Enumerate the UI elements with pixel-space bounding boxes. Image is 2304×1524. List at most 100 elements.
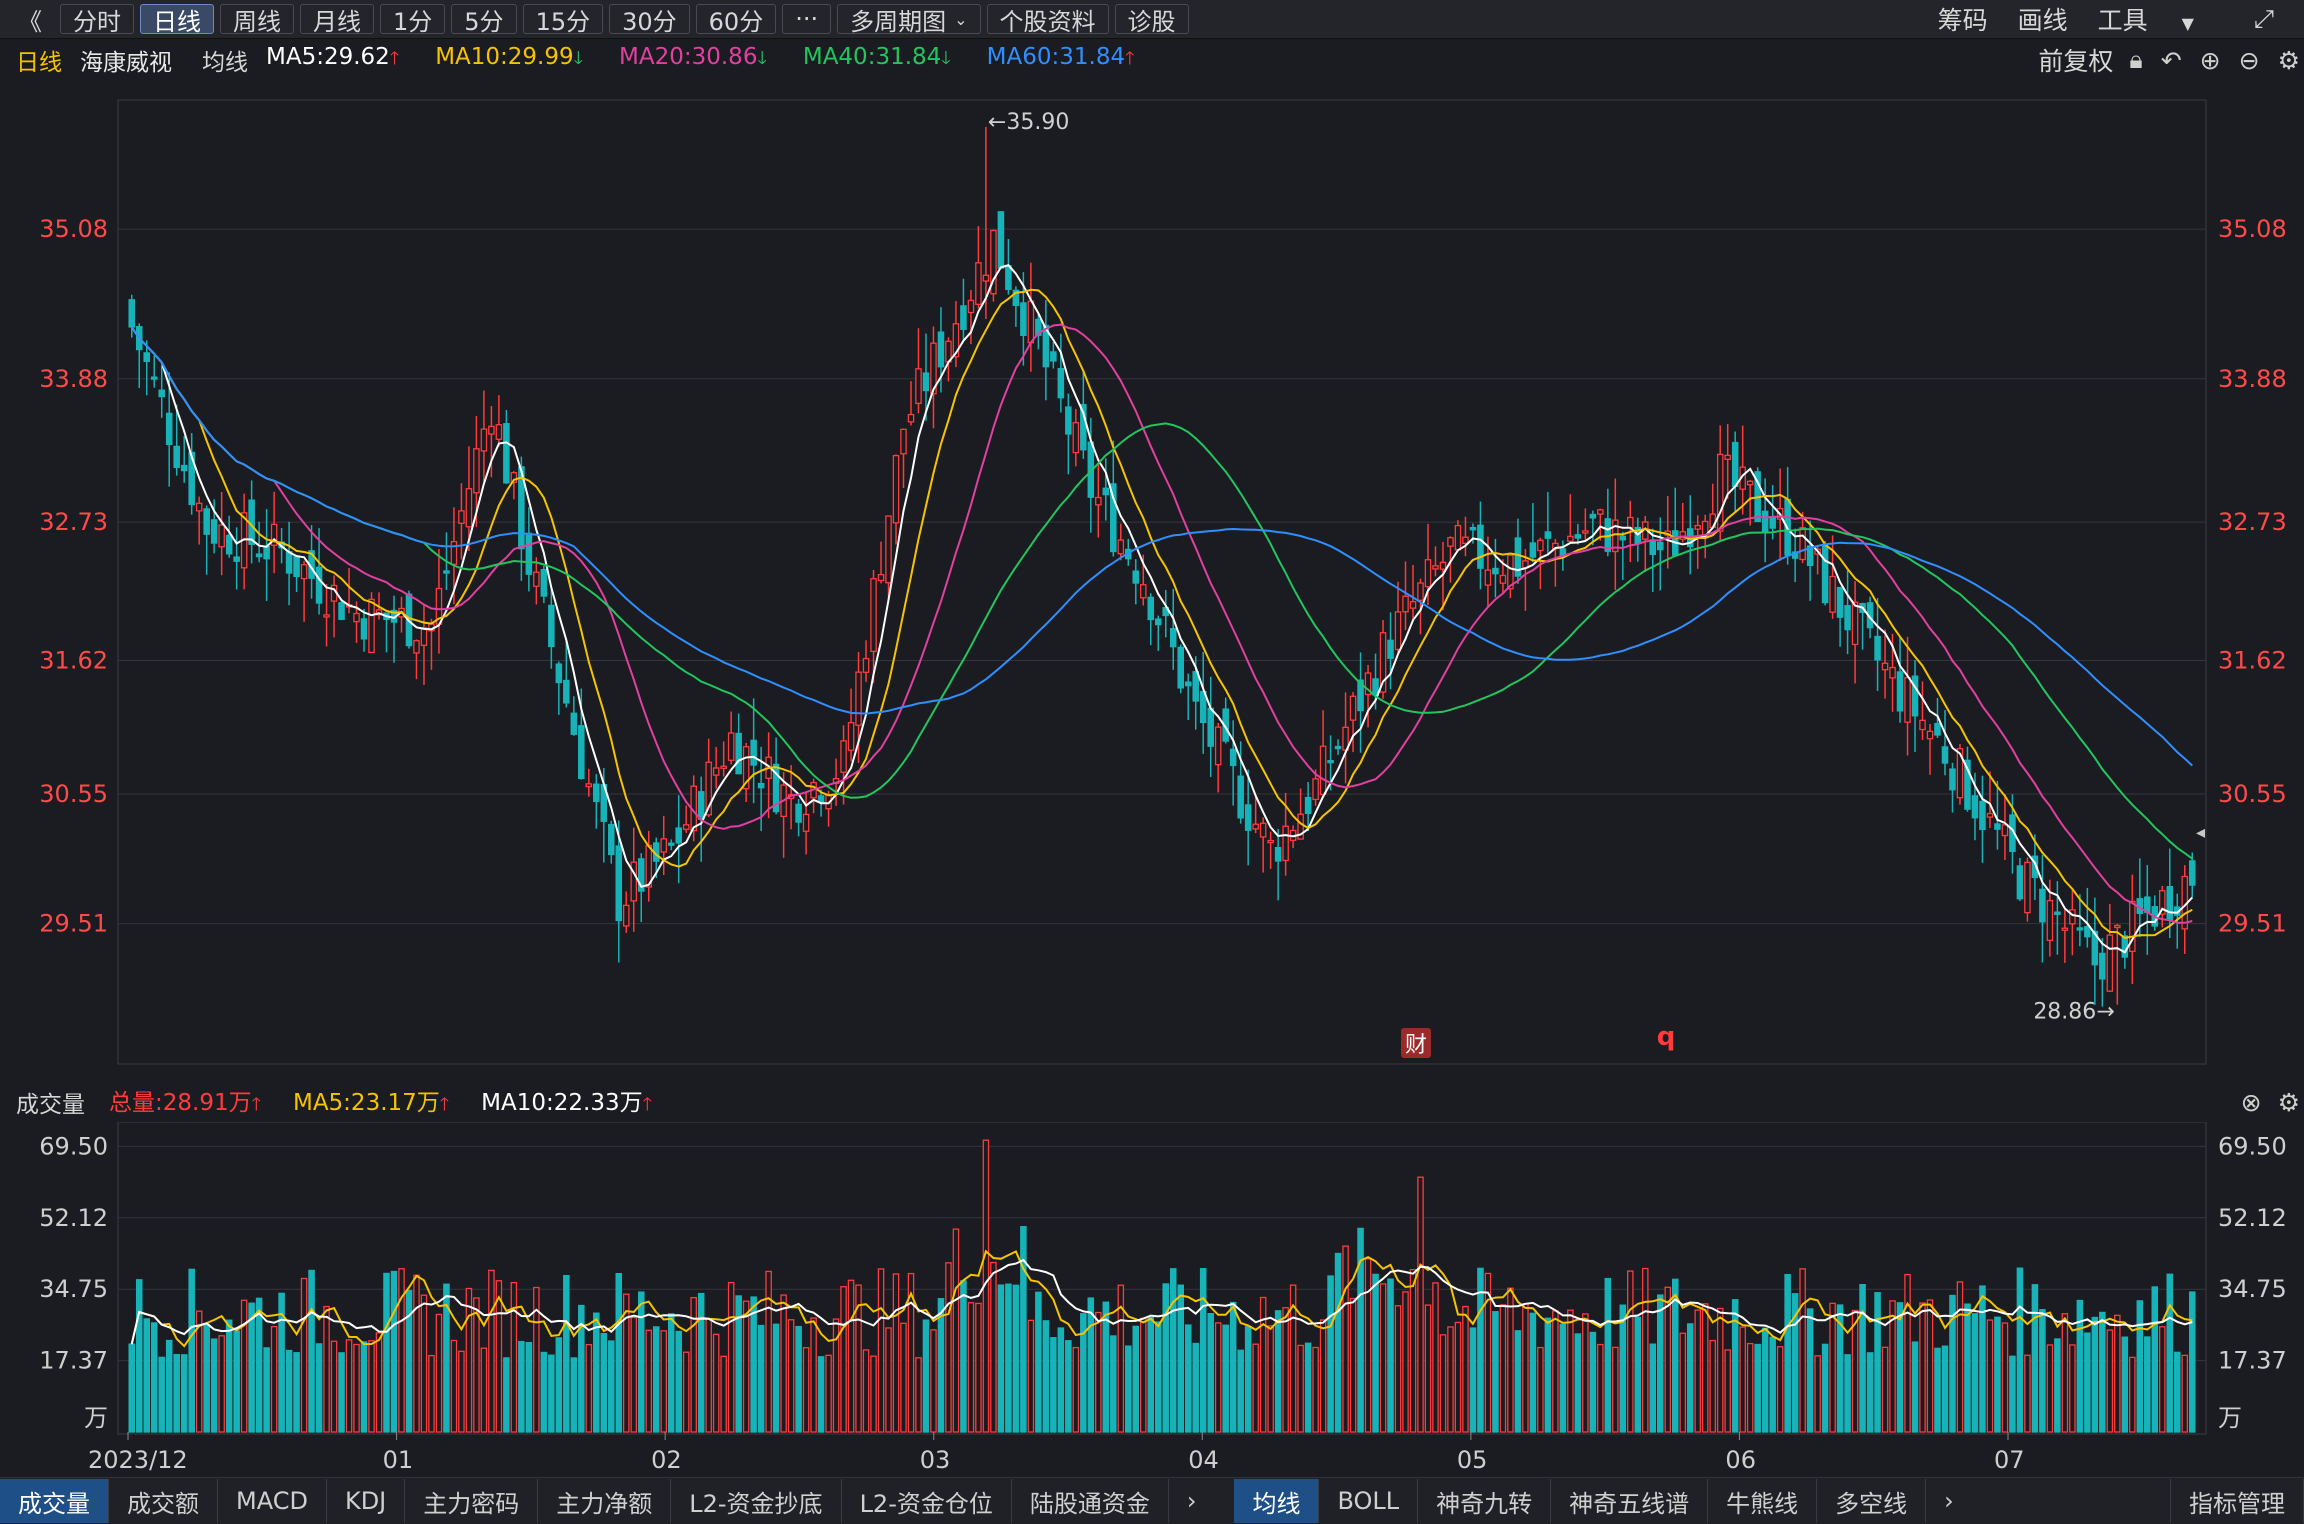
volume-bar bbox=[1956, 1281, 1964, 1433]
candle-body bbox=[1761, 510, 1769, 533]
gear-icon[interactable]: ⚙ bbox=[2278, 46, 2300, 75]
collapse-button[interactable]: 《 bbox=[6, 4, 54, 36]
tools-label: 工具 bbox=[2097, 6, 2148, 35]
chips-button[interactable]: 筹码 bbox=[1938, 1, 1988, 37]
candle-body bbox=[1941, 746, 1949, 764]
close-icon[interactable]: ⊗ bbox=[2241, 1088, 2262, 1117]
candle-body bbox=[1027, 300, 1035, 344]
volume-chart[interactable]: 69.50 69.50 52.12 52.12 34.75 34.75 17.37 17.37… bbox=[0, 1122, 2304, 1477]
volume-bar bbox=[1439, 1334, 1447, 1433]
candle-body bbox=[900, 428, 907, 455]
tab-long-short[interactable]: 多空线 bbox=[1817, 1479, 1927, 1523]
volume-bar bbox=[645, 1329, 653, 1433]
period-15min[interactable]: 15分 bbox=[522, 4, 604, 36]
volume-bar bbox=[2069, 1344, 2076, 1433]
tab-turnover[interactable]: 成交额 bbox=[109, 1479, 218, 1523]
volume-bar bbox=[1027, 1319, 1035, 1433]
volume-bar bbox=[667, 1313, 675, 1433]
period-weekly[interactable]: 周线 bbox=[220, 4, 294, 36]
volume-bar bbox=[810, 1317, 817, 1433]
diagnose-button[interactable]: 诊股 bbox=[1114, 4, 1189, 36]
candle-body bbox=[712, 767, 720, 776]
gear-icon[interactable]: ⚙ bbox=[2278, 1088, 2300, 1117]
draw-button[interactable]: 画线 bbox=[2018, 1, 2068, 37]
volume-tick-right: 万 bbox=[2218, 1404, 2242, 1432]
volume-bar bbox=[548, 1354, 555, 1433]
period-60min[interactable]: 60分 bbox=[695, 4, 777, 36]
tab-macd[interactable]: MACD bbox=[218, 1479, 327, 1523]
volume-bar bbox=[877, 1268, 885, 1433]
tab-magic-nine[interactable]: 神奇九转 bbox=[1418, 1479, 1552, 1523]
tab-kdj[interactable]: KDJ bbox=[327, 1479, 406, 1523]
candle-body bbox=[1979, 800, 1986, 831]
candle-body bbox=[1597, 509, 1604, 515]
period-1min[interactable]: 1分 bbox=[380, 4, 446, 36]
candle-body bbox=[1154, 618, 1162, 626]
multi-period-dropdown[interactable]: 多周期图 ⌄ bbox=[837, 4, 981, 36]
candle-body bbox=[150, 376, 158, 380]
tab-main-code[interactable]: 主力密码 bbox=[405, 1479, 539, 1523]
candle-body bbox=[1207, 707, 1214, 747]
chevron-right-icon[interactable]: › bbox=[1926, 1479, 1972, 1523]
toolbar-right: 筹码 画线 工具 ▼ ⤢ bbox=[1938, 1, 2304, 37]
period-daily[interactable]: 日线 bbox=[140, 4, 214, 36]
chevron-right-icon[interactable]: › bbox=[1169, 1479, 1215, 1523]
restore-mode-button[interactable]: 前复权 bbox=[2038, 42, 2113, 78]
period-5min[interactable]: 5分 bbox=[451, 4, 517, 36]
volume-ma10: MA10:22.33万🡑 bbox=[481, 1083, 668, 1122]
candle-body bbox=[1282, 825, 1289, 862]
volume-bar bbox=[1327, 1275, 1334, 1433]
candle-body bbox=[1259, 822, 1267, 838]
volume-bar bbox=[1529, 1312, 1537, 1433]
candle-body bbox=[1627, 516, 1634, 529]
candle-body bbox=[802, 813, 810, 832]
candle-body bbox=[353, 612, 360, 623]
candle-body bbox=[997, 211, 1005, 269]
candle-body bbox=[165, 412, 173, 445]
candle-body bbox=[285, 551, 293, 574]
volume-bar bbox=[705, 1317, 712, 1433]
volume-bar bbox=[1432, 1282, 1439, 1433]
period-label: 日线 bbox=[16, 50, 62, 76]
tab-boll[interactable]: BOLL bbox=[1319, 1479, 1419, 1523]
volume-bar bbox=[2159, 1326, 2166, 1433]
undo-icon[interactable]: ↶ bbox=[2161, 46, 2182, 75]
volume-bar bbox=[510, 1281, 518, 1433]
tab-l2-bottom[interactable]: L2-资金抄底 bbox=[671, 1479, 842, 1523]
tab-magic-five[interactable]: 神奇五线谱 bbox=[1551, 1479, 1709, 1523]
candle-body bbox=[1499, 574, 1507, 584]
volume-bar bbox=[338, 1352, 345, 1433]
tab-l2-position[interactable]: L2-资金仓位 bbox=[842, 1479, 1012, 1523]
lock-icon[interactable]: 🔒︎ bbox=[2129, 45, 2142, 75]
tab-hk-connect[interactable]: 陆股通资金 bbox=[1012, 1479, 1169, 1523]
candle-body bbox=[1095, 496, 1102, 506]
volume-bar bbox=[780, 1294, 787, 1433]
zoom-out-icon[interactable]: ⊖ bbox=[2239, 46, 2260, 75]
indicator-manage-button[interactable]: 指标管理 bbox=[2170, 1479, 2304, 1523]
tab-volume[interactable]: 成交量 bbox=[0, 1479, 109, 1523]
volume-bar bbox=[1162, 1283, 1170, 1433]
fullscreen-icon[interactable]: ⤢ bbox=[2254, 4, 2274, 34]
volume-bar bbox=[1184, 1324, 1192, 1433]
candle-body bbox=[1312, 778, 1319, 801]
ma60-text: MA60:31.84 bbox=[986, 44, 1126, 70]
stock-info-button[interactable]: 个股资料 bbox=[986, 4, 1109, 36]
candle-body bbox=[2016, 865, 2024, 900]
tab-main-net[interactable]: 主力净额 bbox=[538, 1479, 672, 1523]
volume-bar bbox=[285, 1349, 293, 1433]
volume-bar bbox=[2173, 1351, 2181, 1433]
tools-button[interactable]: 工具 ▼ bbox=[2098, 1, 2224, 37]
volume-bar bbox=[967, 1302, 975, 1433]
period-30min[interactable]: 30分 bbox=[609, 4, 690, 36]
tab-ma[interactable]: 均线 bbox=[1234, 1479, 1320, 1523]
more-periods-button[interactable]: ··· bbox=[782, 4, 832, 34]
price-tick-left: 30.55 bbox=[39, 780, 108, 808]
candlestick-chart[interactable]: 35.08 35.08 33.88 33.88 32.73 32.73 31.62 31.62… bbox=[0, 80, 2304, 1080]
tab-bull-bear[interactable]: 牛熊线 bbox=[1708, 1479, 1818, 1523]
volume-bar bbox=[802, 1347, 810, 1433]
period-monthly[interactable]: 月线 bbox=[300, 4, 374, 36]
zoom-in-icon[interactable]: ⊕ bbox=[2200, 46, 2221, 75]
period-intraday[interactable]: 分时 bbox=[60, 4, 134, 36]
volume-bar bbox=[600, 1332, 608, 1433]
volume-bar bbox=[1462, 1305, 1469, 1433]
